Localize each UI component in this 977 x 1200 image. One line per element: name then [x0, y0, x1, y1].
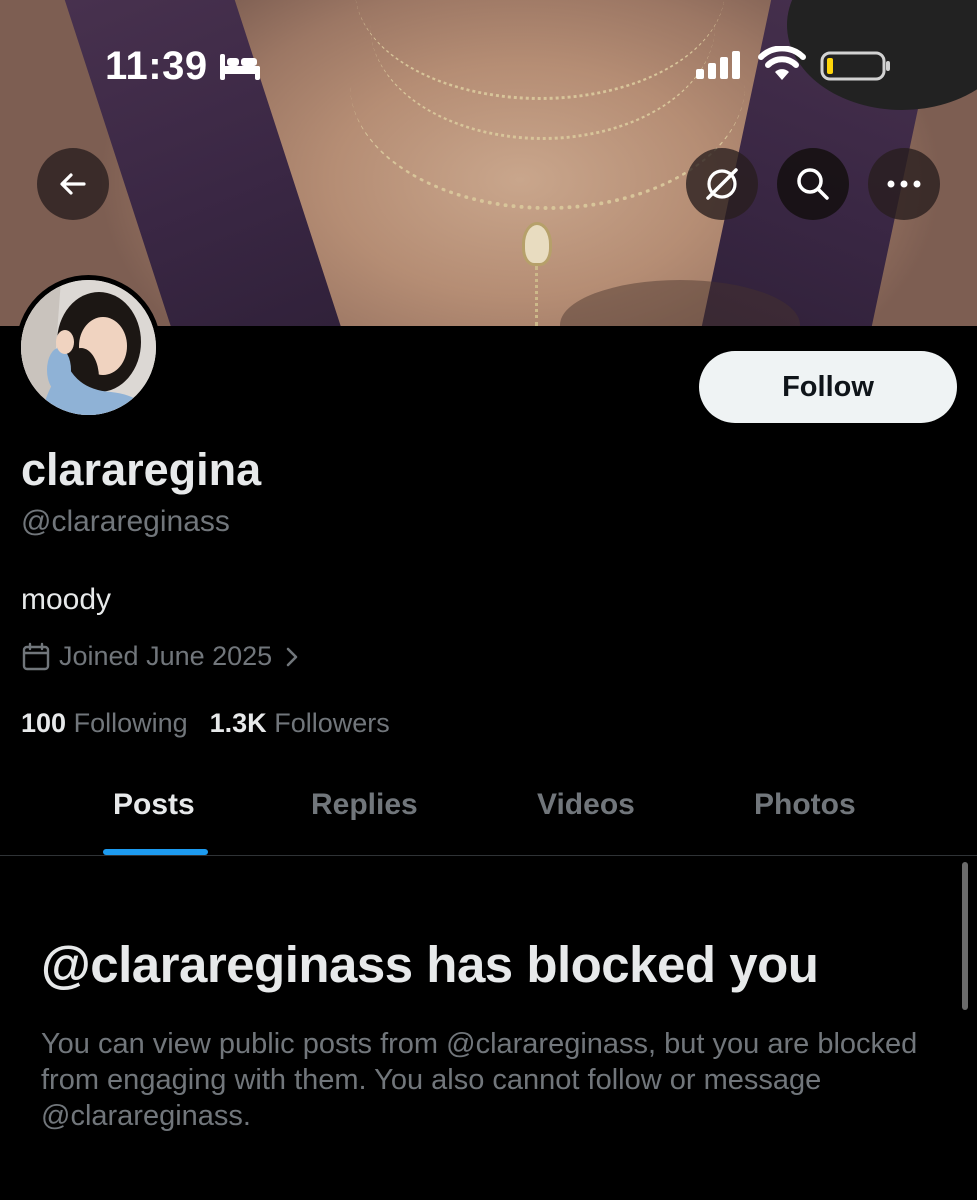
bio: moody	[21, 583, 112, 616]
followers-label: Followers	[274, 708, 390, 738]
back-arrow-icon	[60, 173, 86, 195]
search-icon	[797, 168, 829, 200]
avatar-image	[21, 280, 156, 415]
chevron-right-icon	[286, 647, 298, 666]
blocked-title: @clarareginass has blocked you	[41, 936, 819, 993]
following-count: 100	[21, 708, 67, 738]
battery-low-icon	[820, 51, 890, 81]
follow-button[interactable]: Follow	[699, 351, 957, 423]
more-button[interactable]	[868, 148, 940, 220]
status-time: 11:39	[105, 44, 208, 88]
tab-photos[interactable]: Photos	[754, 788, 856, 822]
active-tab-indicator	[103, 849, 208, 855]
banner-decoration	[522, 222, 552, 266]
wifi-icon	[758, 46, 806, 80]
back-button[interactable]	[37, 148, 109, 220]
blocked-message: You can view public posts from @clarareg…	[41, 1028, 918, 1132]
tab-posts[interactable]: Posts	[113, 788, 195, 822]
search-button[interactable]	[777, 148, 849, 220]
bed-icon	[220, 54, 260, 80]
grok-icon	[706, 168, 738, 200]
grok-button[interactable]	[686, 148, 758, 220]
banner-decoration	[535, 266, 538, 326]
scrollbar[interactable]	[962, 862, 968, 1010]
following-label: Following	[73, 708, 188, 738]
followers-count: 1.3K	[209, 708, 267, 738]
followers-link[interactable]: 1.3K Followers	[210, 708, 390, 739]
avatar[interactable]	[16, 275, 161, 420]
tab-videos[interactable]: Videos	[537, 788, 635, 822]
follow-stats: 100 Following 1.3K Followers	[21, 708, 390, 739]
cellular-signal-icon	[696, 51, 740, 79]
calendar-icon	[22, 642, 50, 670]
display-name: clararegina	[21, 444, 262, 495]
profile-tabs: Posts Replies Videos Photos	[0, 760, 977, 856]
joined-date: Joined June 2025	[59, 641, 273, 671]
following-link[interactable]: 100 Following	[21, 708, 188, 739]
tab-replies[interactable]: Replies	[311, 788, 418, 822]
more-icon	[887, 180, 921, 188]
user-handle: @clarareginass	[21, 505, 230, 538]
joined-date-row[interactable]: Joined June 2025	[21, 641, 300, 672]
